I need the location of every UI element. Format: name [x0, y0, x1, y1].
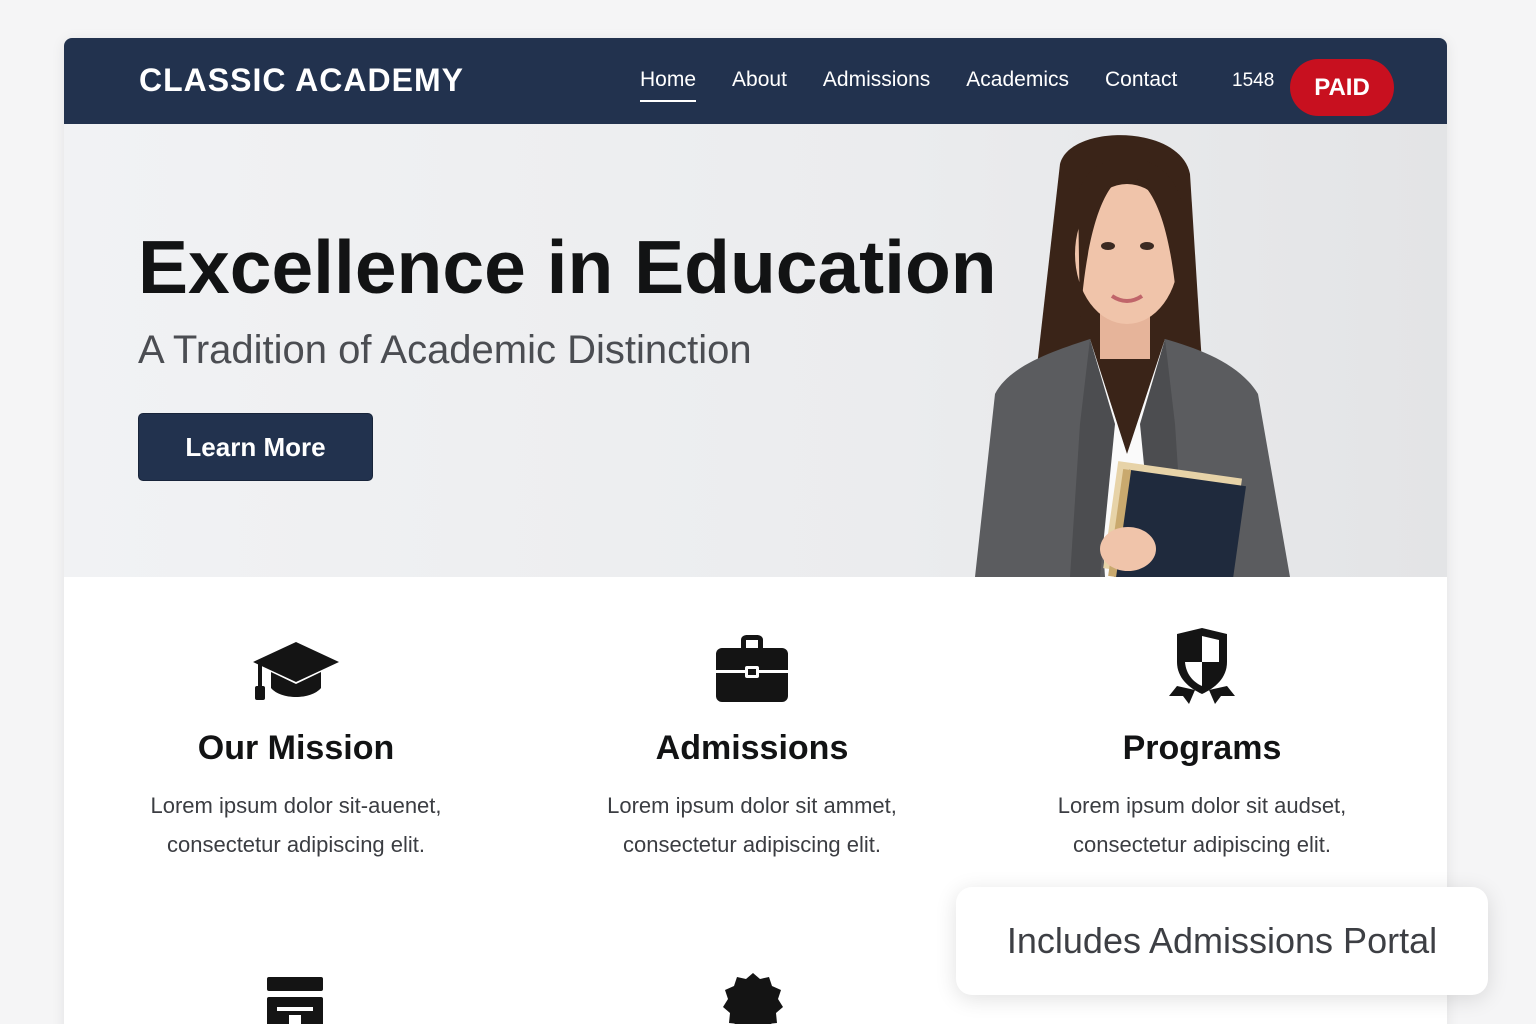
shield-award-icon	[1169, 628, 1235, 704]
graduation-cap-icon	[253, 642, 339, 700]
brand-logo[interactable]: CLASSIC ACADEMY	[139, 62, 464, 99]
feature-title: Our Mission	[197, 729, 395, 767]
learn-more-button[interactable]: Learn More	[138, 413, 373, 481]
nav-contact[interactable]: Contact	[1105, 38, 1177, 124]
nav-admissions[interactable]: Admissions	[823, 38, 930, 124]
hero-title: Excellence in Education	[138, 225, 997, 309]
feature-programs[interactable]: Programs Lorem ipsum dolor sit audset, co…	[1012, 622, 1392, 864]
student-portrait-image	[975, 135, 1290, 577]
nav-code: 1548	[1232, 70, 1275, 91]
nav-about[interactable]: About	[732, 38, 787, 124]
hero-banner: Excellence in Education A Tradition of A…	[64, 124, 1447, 577]
feature-title: Programs	[1122, 729, 1282, 767]
top-navbar: CLASSIC ACADEMY Home About Admissions Ac…	[64, 38, 1447, 124]
nav-links: Home About Admissions Academics Contact	[640, 38, 1213, 124]
nav-academics[interactable]: Academics	[966, 38, 1069, 124]
feature-title: Admissions	[655, 729, 849, 767]
award-ribbon-icon	[723, 973, 783, 1024]
building-icon	[267, 977, 323, 1024]
hero-subtitle: A Tradition of Academic Distinction	[138, 328, 752, 372]
feature-admissions[interactable]: Admissions Lorem ipsum dolor sit ammet, c…	[562, 622, 942, 864]
paid-badge: PAID	[1290, 59, 1394, 116]
feature-description: Lorem ipsum dolor sit ammet, consectetur …	[607, 793, 897, 857]
feature-description: Lorem ipsum dolor sit audset, consectetur…	[1057, 793, 1347, 857]
feature-our-mission[interactable]: Our Mission Lorem ipsum dolor sit-auenet…	[106, 622, 486, 864]
browser-page: CLASSIC ACADEMY Home About Admissions Ac…	[64, 38, 1447, 1024]
admissions-portal-toast: Includes Admissions Portal	[956, 887, 1488, 995]
briefcase-icon	[716, 635, 788, 702]
feature-description: Lorem ipsum dolor sit-auenet, consectetur…	[150, 793, 442, 857]
nav-home[interactable]: Home	[640, 38, 697, 124]
